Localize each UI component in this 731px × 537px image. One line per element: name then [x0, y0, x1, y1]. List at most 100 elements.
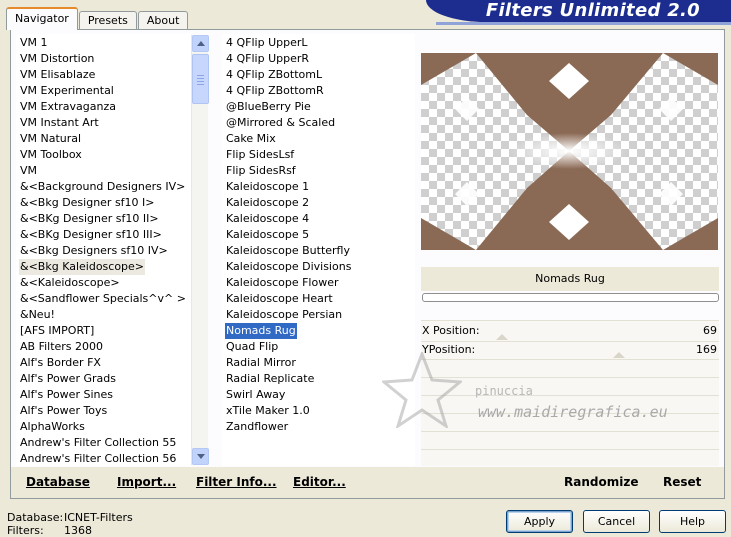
category-item-label: AlphaWorks [20, 420, 85, 433]
tab-presets[interactable]: Presets [78, 11, 137, 30]
category-item-label: [AFS IMPORT] [20, 324, 95, 337]
filter-info-button[interactable]: Filter Info... [196, 475, 277, 489]
filter-list-item[interactable]: Kaleidoscope Divisions [223, 259, 414, 275]
divider [421, 431, 719, 432]
scroll-thumb[interactable] [192, 54, 209, 104]
chevron-down-icon [196, 454, 205, 459]
category-list-item[interactable]: VM Distortion [17, 51, 190, 67]
filter-list-item[interactable]: Kaleidoscope 1 [223, 179, 414, 195]
category-list-item[interactable]: Alf's Power Sines [17, 387, 190, 403]
param-value: 169 [696, 343, 717, 356]
category-item-label: &Neu! [20, 308, 55, 321]
filter-item-label: Flip SidesLsf [226, 148, 295, 161]
import-button[interactable]: Import... [117, 475, 176, 489]
filter-item-label: Kaleidoscope 4 [226, 212, 310, 225]
category-list-item[interactable]: &Neu! [17, 307, 190, 323]
filter-list-item[interactable]: Kaleidoscope Butterfly [223, 243, 414, 259]
filter-list-item[interactable]: Kaleidoscope Heart [223, 291, 414, 307]
filter-list-item[interactable]: Flip SidesRsf [223, 163, 414, 179]
cancel-button[interactable]: Cancel [583, 510, 650, 533]
apply-button[interactable]: Apply [506, 510, 573, 533]
reset-button[interactable]: Reset [663, 475, 701, 489]
filter-list-item[interactable]: 4 QFlip ZBottomL [223, 67, 414, 83]
divider [421, 449, 719, 450]
filter-list-item[interactable]: @Mirrored & Scaled [223, 115, 414, 131]
category-list-item[interactable]: VM [17, 163, 190, 179]
category-list-item[interactable]: Andrew's Filter Collection 55 [17, 435, 190, 451]
category-list-item[interactable]: &<Bkg Designers sf10 IV> [17, 243, 190, 259]
category-list-item[interactable]: &<Sandflower Specials^v^ > [17, 291, 190, 307]
filter-item-label: Kaleidoscope Heart [226, 292, 333, 305]
filter-list-item[interactable]: Kaleidoscope Flower [223, 275, 414, 291]
category-list-item[interactable]: Alf's Border FX [17, 355, 190, 371]
banner-accent [436, 22, 731, 25]
database-button[interactable]: Database [26, 475, 90, 489]
slider-marker[interactable] [613, 352, 625, 358]
help-button[interactable]: Help [659, 510, 726, 533]
filter-item-label: Radial Mirror [226, 356, 296, 369]
category-list-item[interactable]: AB Filters 2000 [17, 339, 190, 355]
category-list-item[interactable]: VM 1 [17, 35, 190, 51]
category-list-item[interactable]: Alf's Power Grads [17, 371, 190, 387]
filter-list-item[interactable]: Cake Mix [223, 131, 414, 147]
category-list-item[interactable]: [AFS IMPORT] [17, 323, 190, 339]
param-y-position[interactable]: YPosition: 169 [421, 342, 719, 358]
category-scrollbar[interactable] [191, 35, 209, 465]
category-list-item[interactable]: VM Toolbox [17, 147, 190, 163]
tab-navigator[interactable]: Navigator [6, 7, 78, 30]
param-value: 69 [703, 324, 717, 337]
star-watermark-icon [382, 352, 462, 428]
category-item-label: Alf's Border FX [20, 356, 101, 369]
category-list-item[interactable]: VM Elisablaze [17, 67, 190, 83]
filter-list-item[interactable]: Kaleidoscope 2 [223, 195, 414, 211]
category-item-label: &<Bkg Kaleidoscope> [19, 259, 146, 275]
category-list-item[interactable]: VM Extravaganza [17, 99, 190, 115]
filter-item-label: Kaleidoscope 5 [226, 228, 310, 241]
filter-list-item[interactable]: 4 QFlip UpperR [223, 51, 414, 67]
category-list-item[interactable]: &<Background Designers IV> [17, 179, 190, 195]
category-list-item[interactable]: Andrew's Filter Collection 56 [17, 451, 190, 465]
filter-item-label: Quad Flip [226, 340, 279, 353]
filter-item-label: @Mirrored & Scaled [226, 116, 336, 129]
category-item-label: &<BKg Designer sf10 III> [20, 228, 162, 241]
filter-list-item[interactable]: 4 QFlip UpperL [223, 35, 414, 51]
filter-list-item[interactable]: Kaleidoscope 4 [223, 211, 414, 227]
category-list-item[interactable]: VM Experimental [17, 83, 190, 99]
tab-about[interactable]: About [137, 11, 189, 30]
category-list-item[interactable]: &<Kaleidoscope> [17, 275, 190, 291]
filter-list-item[interactable]: @BlueBerry Pie [223, 99, 414, 115]
database-label: Database: [7, 511, 64, 524]
param-x-position[interactable]: X Position: 69 [421, 323, 719, 339]
filter-item-label: Nomads Rug [225, 323, 297, 339]
category-list-item[interactable]: &<BKg Designer sf10 II> [17, 211, 190, 227]
category-list-item[interactable]: &<BKg Designer sf10 III> [17, 227, 190, 243]
category-list-item[interactable]: Alf's Power Toys [17, 403, 190, 419]
category-list[interactable]: VM 1 VM Distortion VM Elisablaze VM Experim… [16, 34, 191, 466]
filter-item-label: 4 QFlip UpperL [226, 36, 308, 49]
divider [421, 395, 719, 396]
filter-item-label: @BlueBerry Pie [226, 100, 311, 113]
filter-item-label: 4 QFlip UpperR [226, 52, 310, 65]
filter-list-item[interactable]: Kaleidoscope 5 [223, 227, 414, 243]
randomize-button[interactable]: Randomize [564, 475, 638, 489]
filter-list-item[interactable]: 4 QFlip ZBottomR [223, 83, 414, 99]
filter-list-item[interactable]: Flip SidesLsf [223, 147, 414, 163]
category-list-item[interactable]: &<Bkg Kaleidoscope> [17, 259, 190, 275]
category-list-item[interactable]: &<Bkg Designer sf10 I> [17, 195, 190, 211]
category-list-item[interactable]: VM Instant Art [17, 115, 190, 131]
filter-item-label: Kaleidoscope Butterfly [226, 244, 350, 257]
slider-marker[interactable] [496, 334, 508, 340]
editor-button[interactable]: Editor... [293, 475, 346, 489]
category-list-item[interactable]: AlphaWorks [17, 419, 190, 435]
filter-item-label: Kaleidoscope 2 [226, 196, 310, 209]
filter-list-item[interactable]: Nomads Rug [223, 323, 414, 339]
scroll-down-button[interactable] [192, 448, 209, 465]
category-item-label: VM 1 [20, 36, 48, 49]
divider [421, 359, 719, 360]
filter-list-item[interactable]: Kaleidoscope Persian [223, 307, 414, 323]
filter-item-label: Swirl Away [226, 388, 286, 401]
category-list-item[interactable]: VM Natural [17, 131, 190, 147]
filters-count: 1368 [64, 524, 92, 537]
scroll-up-button[interactable] [192, 35, 209, 52]
category-item-label: &<Kaleidoscope> [20, 276, 120, 289]
